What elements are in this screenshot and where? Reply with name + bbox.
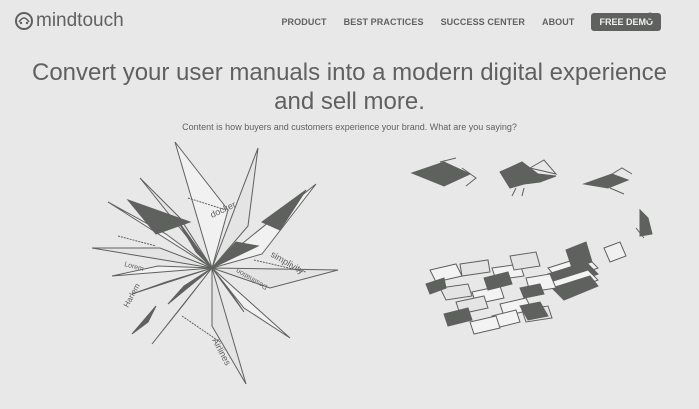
paper-bird-icon (499, 159, 558, 197)
nav-item-success-center[interactable]: SUCCESS CENTER (441, 17, 525, 27)
hero-title: Convert your user manuals into a modern … (0, 58, 699, 116)
nav-item-product[interactable]: PRODUCT (281, 17, 326, 27)
logo-icon (15, 12, 33, 30)
site-header: mindtouch PRODUCT BEST PRACTICES SUCCESS… (0, 0, 699, 44)
nav-item-about[interactable]: ABOUT (542, 17, 575, 27)
main-nav: PRODUCT BEST PRACTICES SUCCESS CENTER AB… (264, 13, 661, 31)
hero-title-line-1: Convert your user manuals into a modern … (31, 59, 667, 86)
paper-plane-icon (410, 157, 477, 187)
scattered-pages-icon (425, 251, 557, 335)
hero-subtitle: Content is how buyers and customers expe… (182, 122, 517, 132)
hero-title-line-2: and sell more. (274, 88, 425, 115)
logo-text: mindtouch (36, 10, 124, 31)
hero-illustration: docker simplivity Airlines Harlem Lorem … (91, 141, 653, 385)
paper-square-icon (603, 241, 627, 263)
star-label-harlem: Harlem (122, 282, 142, 309)
nav-item-best-practices[interactable]: BEST PRACTICES (344, 17, 424, 27)
mindtouch-logo[interactable]: mindtouch (14, 8, 124, 34)
search-icon (645, 12, 657, 24)
search-button[interactable] (645, 12, 657, 24)
book-stack-icon (547, 241, 599, 301)
folded-paper-icon (635, 208, 653, 239)
paper-crane-icon (582, 167, 633, 195)
